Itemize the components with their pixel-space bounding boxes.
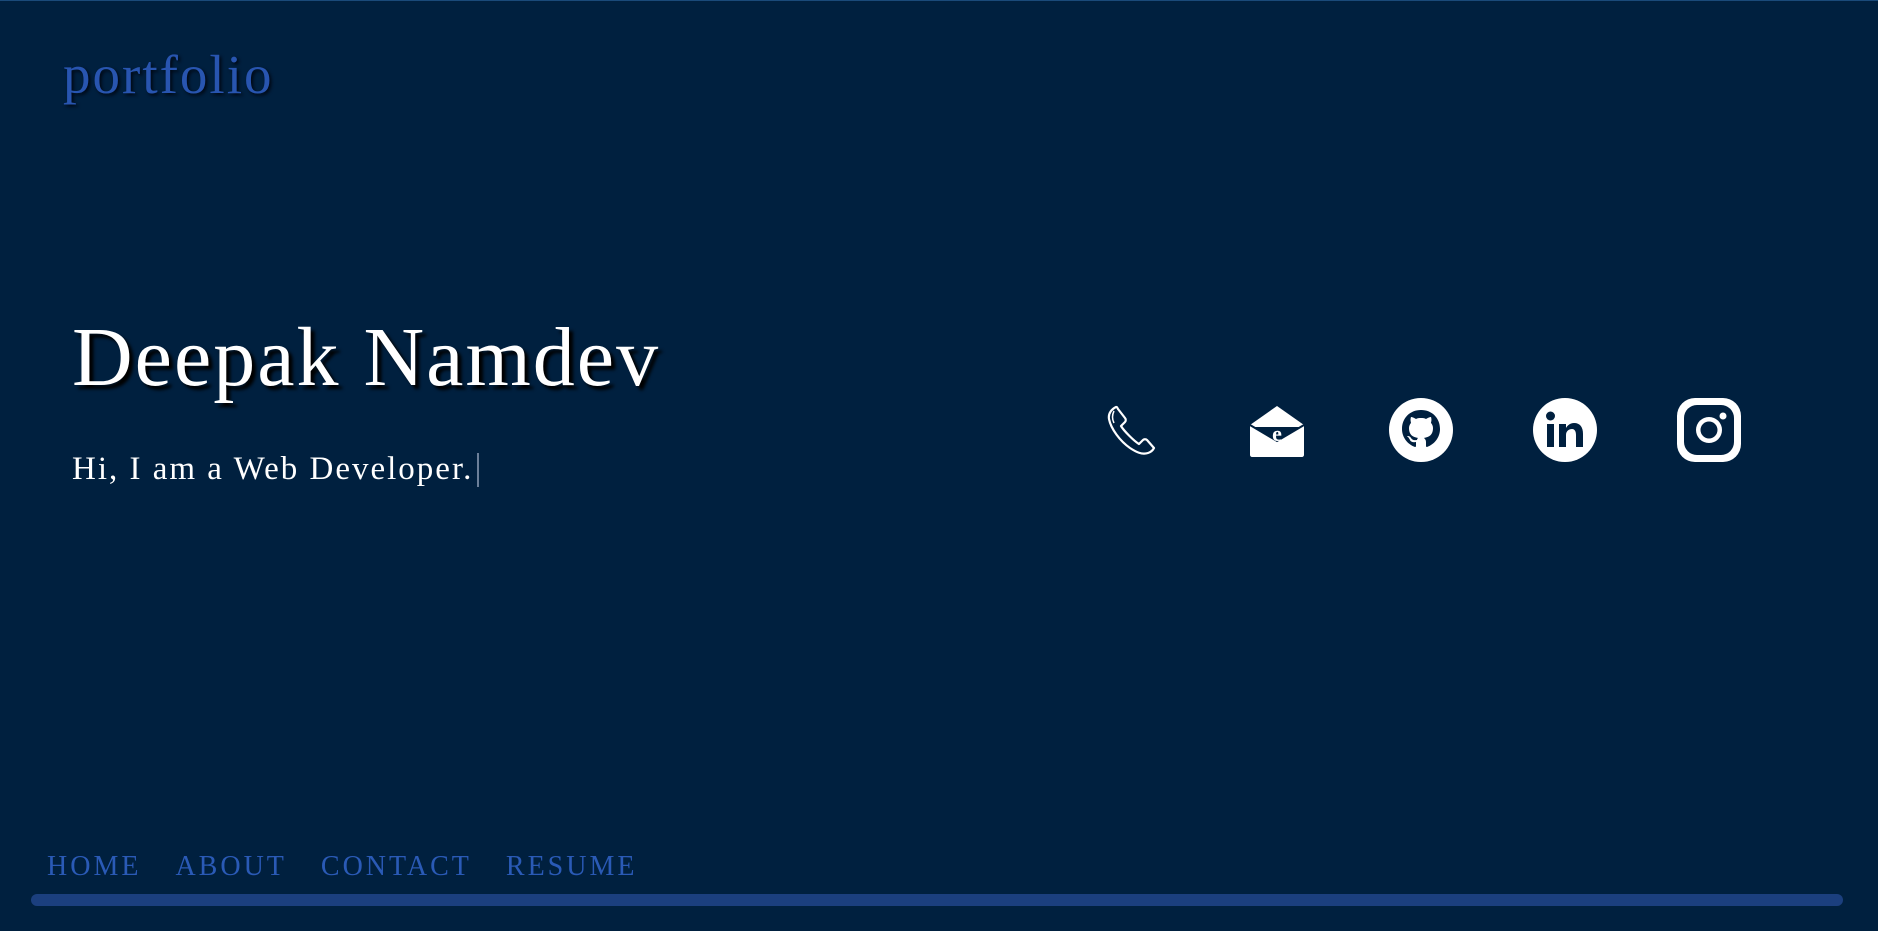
nav-underline-bar [31,894,1843,906]
svg-text:e: e [1272,421,1282,446]
email-icon: e [1249,406,1305,457]
brand-logo-text[interactable]: portfolio [63,43,273,106]
hero-name: Deepak Namdev [72,311,661,404]
hero-tagline: Hi, I am a Web Developer. [72,451,480,488]
phone-icon [1107,405,1156,455]
email-link[interactable]: e [1244,397,1310,463]
linkedin-link[interactable] [1532,397,1598,463]
github-icon [1389,398,1453,462]
bottom-nav: HOME ABOUT CONTACT RESUME [47,851,637,883]
linkedin-icon [1533,398,1597,462]
nav-resume[interactable]: RESUME [506,851,638,883]
github-link[interactable] [1388,397,1454,463]
nav-home[interactable]: HOME [47,851,141,883]
social-links: e [1100,397,1742,463]
instagram-link[interactable] [1676,397,1742,463]
portfolio-page: portfolio Deepak Namdev Hi, I am a Web D… [0,0,1878,931]
nav-contact[interactable]: CONTACT [321,851,472,883]
instagram-icon [1677,398,1741,462]
tagline-text: Hi, I am a Web Developer. [72,451,474,487]
nav-about[interactable]: ABOUT [175,851,286,883]
phone-link[interactable] [1100,397,1166,463]
typing-caret [477,452,480,487]
